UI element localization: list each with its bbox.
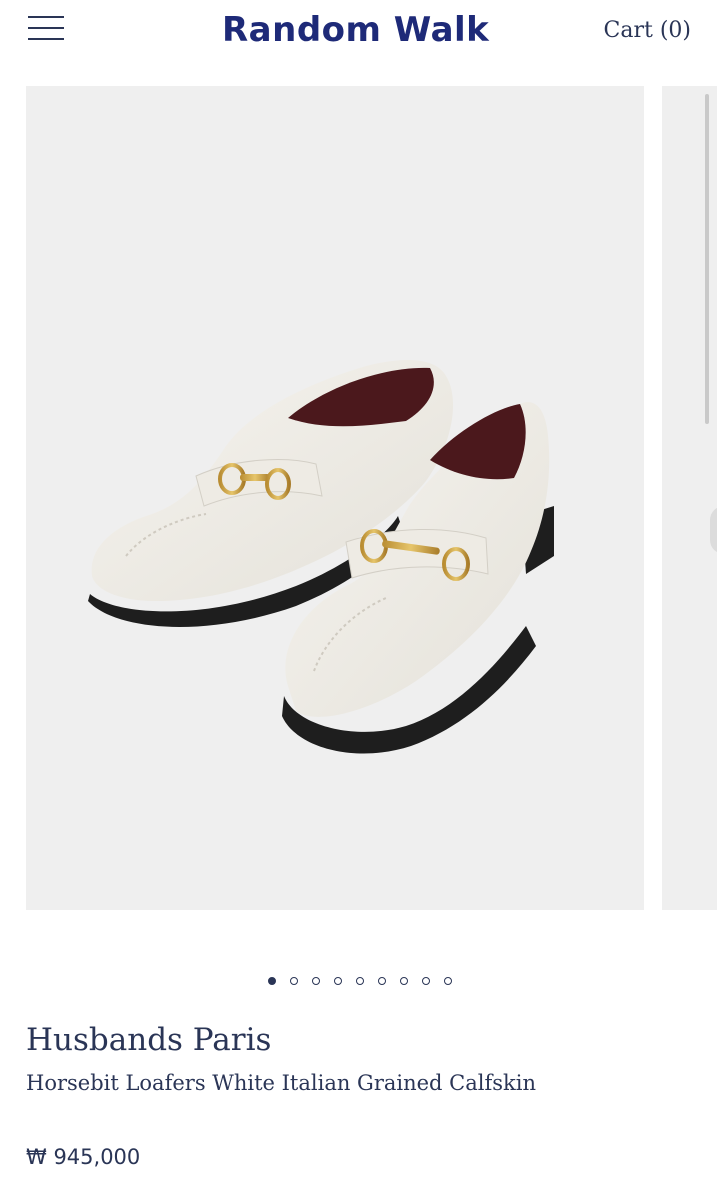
carousel-pagination bbox=[268, 975, 452, 989]
header: Random Walk Cart (0) bbox=[0, 0, 717, 62]
carousel-dot[interactable] bbox=[422, 977, 430, 985]
site-logo[interactable]: Random Walk bbox=[222, 8, 489, 52]
carousel-dot[interactable] bbox=[356, 977, 364, 985]
loafers-illustration bbox=[88, 360, 554, 754]
carousel-dot[interactable] bbox=[312, 977, 320, 985]
hamburger-menu-icon[interactable] bbox=[28, 14, 64, 42]
cart-link[interactable]: Cart (0) bbox=[604, 16, 691, 46]
carousel-dot[interactable] bbox=[378, 977, 386, 985]
product-image-carousel[interactable] bbox=[0, 86, 717, 910]
next-slide-edge bbox=[710, 506, 717, 554]
product-image[interactable] bbox=[26, 86, 644, 910]
product-title: Horsebit Loafers White Italian Grained C… bbox=[26, 1071, 536, 1095]
carousel-dot[interactable] bbox=[334, 977, 342, 985]
carousel-dot[interactable] bbox=[400, 977, 408, 985]
product-price: ₩ 945,000 bbox=[26, 1145, 141, 1169]
carousel-dot[interactable] bbox=[290, 977, 298, 985]
product-brand[interactable]: Husbands Paris bbox=[26, 1020, 271, 1060]
scrollbar[interactable] bbox=[705, 94, 709, 424]
carousel-dot[interactable] bbox=[444, 977, 452, 985]
carousel-dot[interactable] bbox=[268, 977, 276, 985]
